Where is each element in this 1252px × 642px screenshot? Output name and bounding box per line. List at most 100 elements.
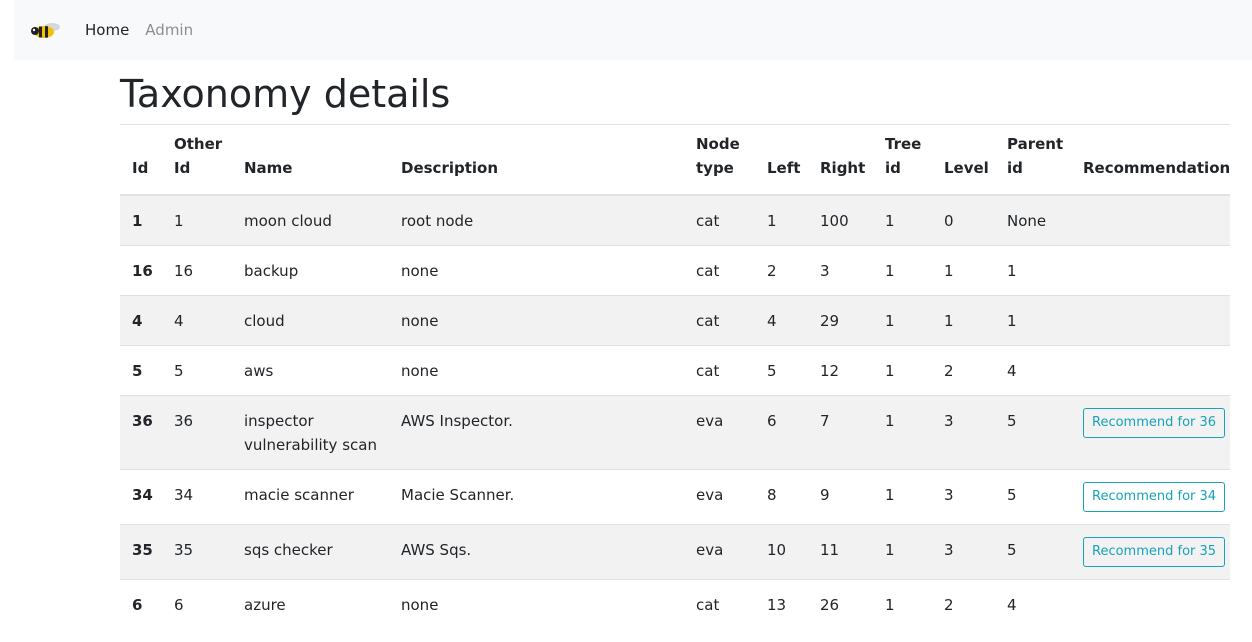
cell-node-type: cat	[684, 294, 755, 345]
cell-other-id: 34	[162, 468, 232, 524]
cell-recommendation	[1071, 578, 1230, 629]
cell-parent-id: 5	[995, 523, 1071, 579]
cell-right: 26	[808, 578, 873, 629]
header-level[interactable]: Level	[932, 125, 995, 195]
cell-node-type: cat	[684, 344, 755, 395]
header-name[interactable]: Name	[232, 125, 389, 195]
cell-name: macie scanner	[232, 468, 389, 524]
cell-recommendation	[1071, 344, 1230, 395]
cell-description: none	[389, 294, 684, 345]
header-recommendation[interactable]: Recommendation	[1071, 125, 1230, 195]
header-id[interactable]: Id	[120, 125, 162, 195]
table-row: 1 1 moon cloud root node cat 1 100 1 0 None	[120, 194, 1230, 245]
cell-parent-id: None	[995, 194, 1071, 245]
cell-description: none	[389, 244, 684, 295]
cell-level: 2	[932, 344, 995, 395]
cell-recommendation: Recommend for 35	[1071, 523, 1230, 579]
cell-id: 1	[120, 194, 162, 245]
cell-other-id: 6	[162, 578, 232, 629]
taxonomy-table: Id Other Id Name Description Node type L…	[120, 124, 1230, 629]
cell-id: 5	[120, 344, 162, 395]
header-parent-id-line2: id	[1007, 158, 1023, 177]
cell-tree-id: 1	[873, 344, 932, 395]
bee-logo-icon[interactable]	[30, 18, 62, 42]
cell-left: 10	[755, 523, 808, 579]
cell-id: 35	[120, 523, 162, 579]
header-node-type-line1: Node	[696, 134, 740, 153]
cell-tree-id: 1	[873, 294, 932, 345]
header-parent-id-line1: Parent	[1007, 134, 1064, 153]
cell-recommendation	[1071, 294, 1230, 345]
cell-id: 16	[120, 244, 162, 295]
header-left[interactable]: Left	[755, 125, 808, 195]
header-tree-id-line2: id	[885, 158, 901, 177]
header-node-type-line2: type	[696, 158, 734, 177]
cell-tree-id: 1	[873, 194, 932, 245]
table-row: 4 4 cloud none cat 4 29 1 1 1	[120, 294, 1230, 345]
cell-name: cloud	[232, 294, 389, 345]
nav-home-link[interactable]: Home	[85, 21, 129, 39]
navbar: Home Admin	[14, 0, 1252, 60]
main-content: Taxonomy details Id Other Id Name Descri…	[120, 70, 1230, 629]
cell-id: 6	[120, 578, 162, 629]
recommend-button[interactable]: Recommend for 35	[1083, 536, 1226, 567]
cell-right: 100	[808, 194, 873, 245]
cell-description: none	[389, 344, 684, 395]
header-node-type[interactable]: Node type	[684, 125, 755, 195]
cell-node-type: eva	[684, 468, 755, 524]
header-other-id[interactable]: Other Id	[162, 125, 232, 195]
cell-left: 13	[755, 578, 808, 629]
cell-right: 12	[808, 344, 873, 395]
cell-tree-id: 1	[873, 523, 932, 579]
table-header-row: Id Other Id Name Description Node type L…	[120, 124, 1230, 195]
cell-other-id: 1	[162, 194, 232, 245]
cell-level: 1	[932, 244, 995, 295]
cell-id: 4	[120, 294, 162, 345]
cell-name: aws	[232, 344, 389, 395]
cell-right: 7	[808, 394, 873, 469]
cell-other-id: 35	[162, 523, 232, 579]
cell-left: 5	[755, 344, 808, 395]
cell-left: 2	[755, 244, 808, 295]
cell-left: 6	[755, 394, 808, 469]
header-description[interactable]: Description	[389, 125, 684, 195]
cell-tree-id: 1	[873, 468, 932, 524]
cell-right: 29	[808, 294, 873, 345]
cell-parent-id: 4	[995, 344, 1071, 395]
cell-recommendation	[1071, 194, 1230, 245]
header-right[interactable]: Right	[808, 125, 873, 195]
nav-admin-link[interactable]: Admin	[145, 21, 193, 39]
cell-parent-id: 5	[995, 394, 1071, 469]
cell-level: 0	[932, 194, 995, 245]
cell-parent-id: 1	[995, 294, 1071, 345]
cell-node-type: eva	[684, 523, 755, 579]
table-row: 16 16 backup none cat 2 3 1 1 1	[120, 244, 1230, 295]
cell-description: none	[389, 578, 684, 629]
header-parent-id[interactable]: Parent id	[995, 125, 1071, 195]
header-tree-id[interactable]: Tree id	[873, 125, 932, 195]
cell-level: 1	[932, 294, 995, 345]
cell-name: sqs checker	[232, 523, 389, 579]
cell-other-id: 4	[162, 294, 232, 345]
cell-tree-id: 1	[873, 244, 932, 295]
cell-right: 9	[808, 468, 873, 524]
cell-left: 4	[755, 294, 808, 345]
table-row: 6 6 azure none cat 13 26 1 2 4	[120, 578, 1230, 629]
recommend-button[interactable]: Recommend for 36	[1083, 407, 1226, 438]
cell-parent-id: 1	[995, 244, 1071, 295]
cell-recommendation: Recommend for 34	[1071, 468, 1230, 524]
header-other-id-line2: Id	[174, 158, 191, 177]
cell-name: inspector vulnerability scan	[232, 394, 389, 469]
cell-recommendation: Recommend for 36	[1071, 394, 1230, 469]
cell-description: AWS Sqs.	[389, 523, 684, 579]
cell-parent-id: 5	[995, 468, 1071, 524]
cell-left: 8	[755, 468, 808, 524]
recommend-button[interactable]: Recommend for 34	[1083, 481, 1226, 512]
cell-level: 2	[932, 578, 995, 629]
table-row: 34 34 macie scanner Macie Scanner. eva 8 9 1 3 5 R…	[120, 468, 1230, 524]
cell-name: backup	[232, 244, 389, 295]
cell-other-id: 36	[162, 394, 232, 469]
header-tree-id-line1: Tree	[885, 134, 922, 153]
table-body: 1 1 moon cloud root node cat 1 100 1 0 None 16 16 ba…	[120, 194, 1230, 629]
table-row: 36 36 inspector vulnerability scan AWS Insp…	[120, 394, 1230, 469]
